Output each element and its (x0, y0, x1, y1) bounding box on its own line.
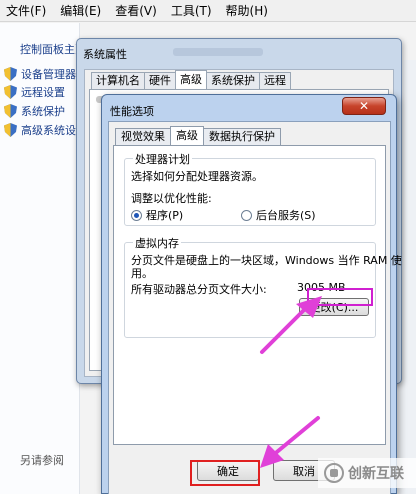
tab-data-execution-prevention[interactable]: 数据执行保护 (203, 128, 281, 145)
tab-remote[interactable]: 远程 (259, 72, 291, 89)
total-paging-label: 所有驱动器总分页文件大小: (131, 283, 267, 296)
shield-icon (4, 123, 17, 137)
sidebar-item-remote-settings[interactable]: 远程设置 (4, 84, 65, 100)
virtual-memory-description-2: 用。 (131, 267, 153, 280)
shield-icon (4, 85, 17, 99)
processor-scheduling-title: 处理器计划 (133, 151, 192, 167)
close-icon: ✕ (358, 99, 370, 113)
watermark-logo-icon (324, 463, 344, 483)
background-services-radio[interactable]: 后台服务(S) (241, 207, 316, 223)
performance-options-title: 性能选项 (110, 105, 154, 118)
performance-tabs: 视觉效果 高级 数据执行保护 (115, 126, 281, 146)
sidebar-item-system-protection[interactable]: 系统保护 (4, 103, 65, 119)
see-also-label: 另请参阅 (20, 454, 64, 467)
shield-icon (4, 104, 17, 118)
processor-scheduling-group: 处理器计划 选择如何分配处理器资源。 调整以优化性能: 程序(P) 后台服务(S… (124, 151, 376, 226)
performance-options-client: 视觉效果 高级 数据执行保护 处理器计划 选择如何分配处理器资源。 调整以优化性… (108, 121, 402, 494)
adjust-for-label: 调整以优化性能: (131, 192, 212, 205)
control-panel-sidebar: 控制面板主页 设备管理器 远程设置 系统保护 高级系统设置 (0, 23, 87, 494)
shield-icon (4, 67, 17, 81)
programs-radio[interactable]: 程序(P) (131, 207, 183, 223)
system-properties-tabs: 计算机名 硬件 高级 系统保护 远程 (91, 70, 291, 90)
title-blur (173, 48, 263, 56)
tab-advanced[interactable]: 高级 (175, 70, 207, 89)
tab-visual-effects[interactable]: 视觉效果 (115, 128, 171, 145)
sidebar-item-advanced-settings[interactable]: 高级系统设置 (4, 122, 87, 138)
change-button-highlight (307, 288, 373, 306)
watermark-text: 创新互联 (348, 466, 404, 482)
tab-advanced[interactable]: 高级 (170, 126, 204, 145)
processor-scheduling-description: 选择如何分配处理器资源。 (131, 170, 263, 183)
system-properties-title: 系统属性 (83, 48, 127, 61)
menu-edit[interactable]: 编辑(E) (60, 2, 101, 19)
watermark: 创新互联 (318, 458, 416, 488)
tab-system-protection[interactable]: 系统保护 (206, 72, 260, 89)
menu-file[interactable]: 文件(F) (6, 2, 46, 19)
sidebar-item-device-manager[interactable]: 设备管理器 (4, 66, 76, 82)
menu-tools[interactable]: 工具(T) (171, 2, 212, 19)
radio-selected-icon (131, 209, 142, 221)
close-button[interactable]: ✕ (342, 97, 386, 115)
menu-help[interactable]: 帮助(H) (226, 2, 268, 19)
ok-button-highlight (190, 460, 260, 486)
tab-hardware[interactable]: 硬件 (144, 72, 176, 89)
menu-view[interactable]: 查看(V) (115, 2, 157, 19)
menubar: 文件(F) 编辑(E) 查看(V) 工具(T) 帮助(H) (0, 0, 416, 22)
tab-computer-name[interactable]: 计算机名 (91, 72, 145, 89)
virtual-memory-description-1: 分页文件是硬盘上的一块区域，Windows 当作 RAM 使 (131, 254, 402, 267)
radio-unselected-icon (241, 209, 252, 221)
virtual-memory-title: 虚拟内存 (133, 235, 181, 251)
